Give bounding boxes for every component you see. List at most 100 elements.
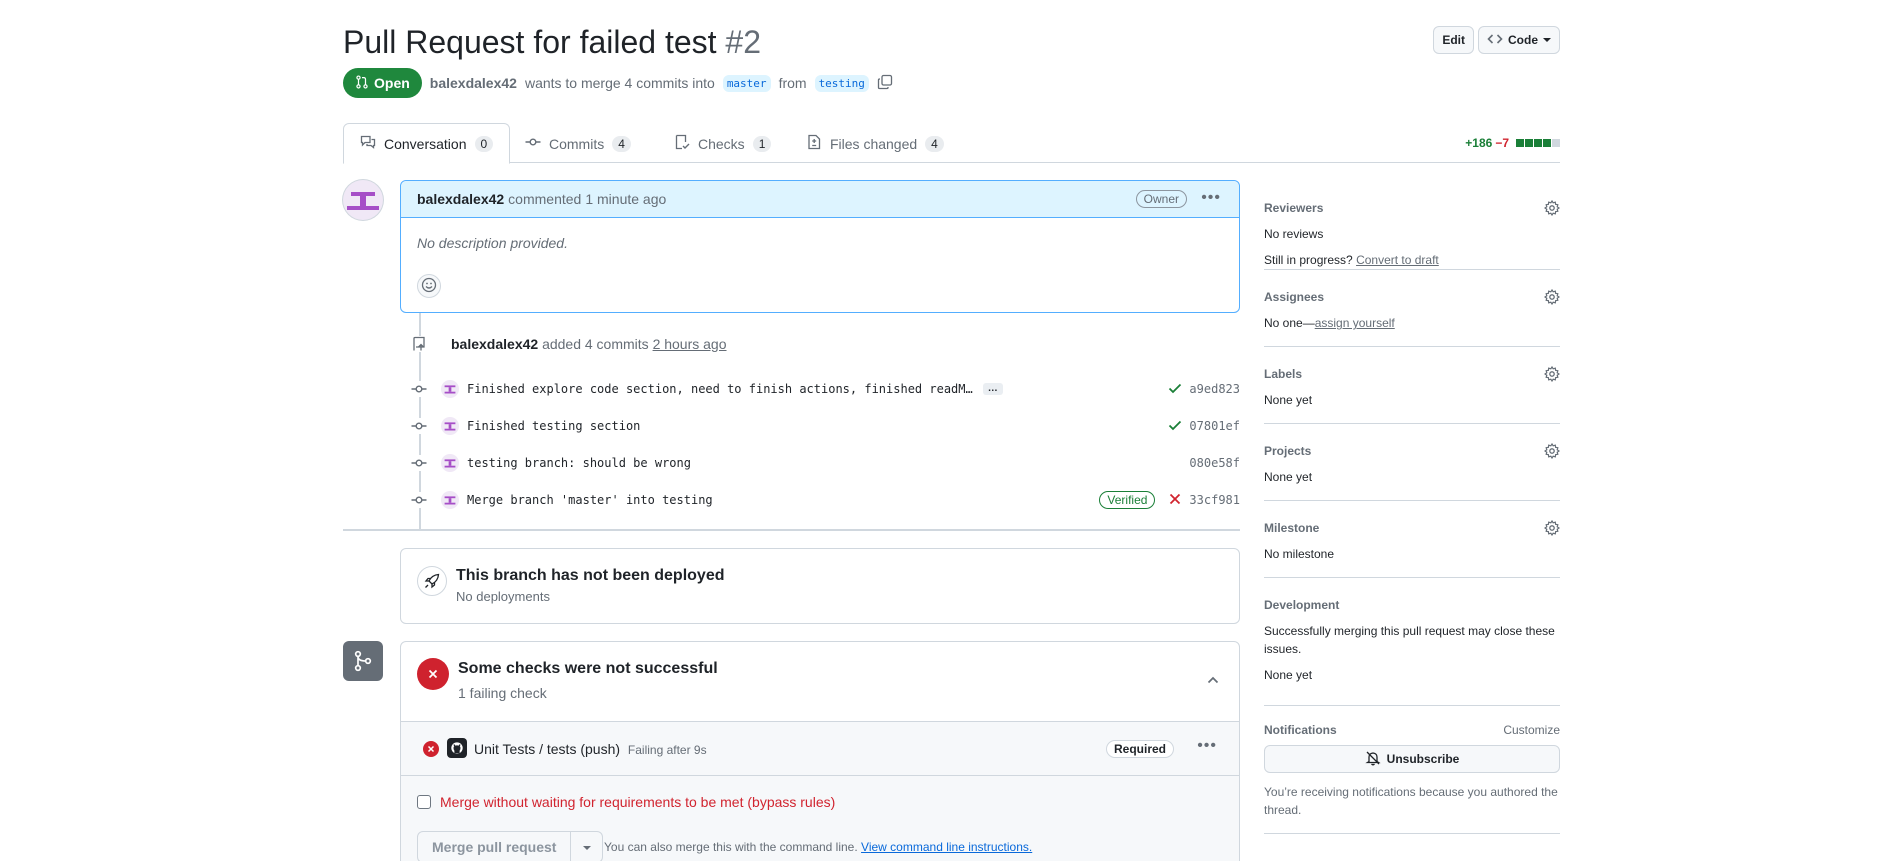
commit-meta: Verified 33cf981 bbox=[1099, 488, 1240, 512]
tab-files-changed[interactable]: Files changed 4 bbox=[790, 123, 960, 164]
bypass-rules-checkbox[interactable]: Merge without waiting for requirements t… bbox=[417, 794, 835, 810]
avatar[interactable] bbox=[441, 380, 459, 398]
diffstat-additions: +186 bbox=[1465, 136, 1493, 150]
sidebar-labels: Labels None yet bbox=[1264, 347, 1561, 424]
check-run-name[interactable]: Unit Tests / tests (push) Failing after … bbox=[474, 741, 707, 757]
sidebar-projects: Projects None yet bbox=[1264, 424, 1561, 501]
commit-message[interactable]: Merge branch 'master' into testing bbox=[467, 493, 713, 507]
diffstat: +186 −7 bbox=[1465, 136, 1560, 150]
merge-button-group: Merge pull request bbox=[417, 831, 604, 861]
sidebar-heading[interactable]: Labels bbox=[1264, 365, 1560, 383]
labels-value: None yet bbox=[1264, 393, 1313, 407]
convert-to-draft-link[interactable]: Convert to draft bbox=[1356, 253, 1439, 267]
event-author[interactable]: balexdalex42 bbox=[451, 336, 538, 352]
checkbox[interactable] bbox=[417, 795, 431, 809]
merge-pull-request-button[interactable]: Merge pull request bbox=[417, 831, 572, 861]
git-commit-icon bbox=[407, 418, 431, 434]
command-line-instructions-link[interactable]: View command line instructions. bbox=[861, 840, 1032, 854]
git-commit-icon bbox=[407, 455, 431, 471]
code-button-label: Code bbox=[1508, 33, 1538, 47]
check-icon[interactable] bbox=[1167, 380, 1183, 399]
tab-conversation[interactable]: Conversation 0 bbox=[343, 123, 511, 164]
assign-yourself-link[interactable]: assign yourself bbox=[1315, 316, 1395, 330]
merge-box: Some checks were not successful 1 failin… bbox=[400, 641, 1240, 861]
sidebar-heading[interactable]: Milestone bbox=[1264, 519, 1560, 537]
diffstat-block-added bbox=[1516, 139, 1524, 147]
pr-sidebar: Reviewers No reviews Still in progress? … bbox=[1264, 182, 1561, 834]
edit-button[interactable]: Edit bbox=[1433, 26, 1474, 54]
tab-counter: 4 bbox=[612, 135, 631, 152]
checks-summary: Some checks were not successful 1 failin… bbox=[401, 642, 1239, 722]
owner-badge: Owner bbox=[1135, 190, 1187, 208]
bell-slash-icon bbox=[1365, 750, 1381, 769]
git-commit-icon bbox=[407, 381, 431, 397]
commit-sha[interactable]: 080e58f bbox=[1189, 456, 1240, 470]
sidebar-heading[interactable]: Assignees bbox=[1264, 288, 1560, 306]
add-reaction-button[interactable] bbox=[417, 274, 441, 298]
bypass-rules-label: Merge without waiting for requirements t… bbox=[440, 794, 836, 810]
head-branch[interactable]: testing bbox=[814, 74, 869, 92]
deployments-box: This branch has not been deployed No dep… bbox=[400, 548, 1240, 624]
diffstat-deletions: −7 bbox=[1495, 136, 1509, 150]
commit-sha[interactable]: 07801ef bbox=[1189, 419, 1240, 433]
commit-message[interactable]: testing branch: should be wrong bbox=[467, 456, 691, 470]
rocket-icon bbox=[417, 566, 447, 596]
merge-method-dropdown[interactable] bbox=[571, 831, 604, 861]
projects-value: None yet bbox=[1264, 470, 1313, 484]
commit-sha[interactable]: 33cf981 bbox=[1189, 493, 1240, 507]
gear-icon[interactable] bbox=[1543, 519, 1561, 537]
file-diff-icon bbox=[806, 134, 822, 153]
sidebar-assignees: Assignees No one—assign yourself bbox=[1264, 270, 1561, 347]
draft-prompt: Still in progress? Convert to draft bbox=[1264, 251, 1560, 269]
event-text: added 4 commits bbox=[542, 336, 649, 352]
sidebar-heading[interactable]: Projects bbox=[1264, 442, 1560, 460]
avatar[interactable] bbox=[343, 180, 383, 220]
tab-counter: 0 bbox=[474, 135, 494, 152]
code-button[interactable]: Code bbox=[1478, 26, 1560, 54]
verified-badge[interactable]: Verified bbox=[1099, 491, 1156, 509]
header-actions: Edit Code bbox=[1433, 26, 1560, 54]
repo-push-icon bbox=[407, 336, 431, 352]
gear-icon[interactable] bbox=[1543, 288, 1561, 306]
assignees-none: No one— bbox=[1264, 316, 1315, 330]
event-time[interactable]: 2 hours ago bbox=[653, 336, 727, 352]
comment-author[interactable]: balexdalex42 bbox=[417, 191, 504, 207]
expand-commit-button[interactable]: … bbox=[982, 383, 1003, 395]
tab-commits[interactable]: Commits 4 bbox=[509, 123, 647, 164]
commit-meta: 07801ef bbox=[1167, 414, 1240, 438]
kebab-horizontal-icon[interactable]: ••• bbox=[1201, 189, 1221, 207]
github-logo-icon bbox=[447, 738, 467, 758]
tab-counter: 1 bbox=[752, 135, 772, 152]
comment-time[interactable]: 1 minute ago bbox=[585, 191, 666, 207]
copy-icon[interactable] bbox=[877, 74, 893, 93]
state-badge: Open bbox=[343, 68, 422, 98]
sidebar-notifications: Notifications Customize Unsubscribe You’… bbox=[1264, 706, 1560, 834]
check-icon[interactable] bbox=[1167, 417, 1183, 436]
smiley-icon bbox=[421, 277, 437, 296]
checklist-icon bbox=[674, 134, 690, 153]
sidebar-heading[interactable]: Reviewers bbox=[1264, 199, 1560, 217]
customize-link[interactable]: Customize bbox=[1503, 721, 1560, 739]
x-icon[interactable] bbox=[1167, 491, 1183, 510]
gear-icon[interactable] bbox=[1543, 365, 1561, 383]
kebab-horizontal-icon[interactable]: ••• bbox=[1197, 737, 1217, 755]
tab-checks[interactable]: Checks 1 bbox=[658, 123, 787, 164]
tab-counter: 4 bbox=[925, 135, 944, 152]
commit-message[interactable]: Finished testing section bbox=[467, 419, 640, 433]
base-branch[interactable]: master bbox=[722, 74, 771, 92]
sidebar-milestone: Milestone No milestone bbox=[1264, 501, 1561, 578]
state-label: Open bbox=[374, 75, 410, 91]
development-value: None yet bbox=[1264, 668, 1313, 682]
chevron-up-icon[interactable] bbox=[1205, 672, 1221, 691]
git-commit-icon bbox=[525, 134, 541, 153]
avatar[interactable] bbox=[441, 491, 459, 509]
gear-icon[interactable] bbox=[1543, 442, 1561, 460]
unsubscribe-button[interactable]: Unsubscribe bbox=[1264, 745, 1560, 773]
comment-discussion-icon bbox=[360, 134, 376, 153]
avatar[interactable] bbox=[441, 417, 459, 435]
commit-sha[interactable]: a9ed823 bbox=[1189, 382, 1240, 396]
pr-author-link[interactable]: balexdalex42 bbox=[430, 75, 517, 91]
commit-message[interactable]: Finished explore code section, need to f… bbox=[467, 382, 973, 396]
avatar[interactable] bbox=[441, 454, 459, 472]
gear-icon[interactable] bbox=[1543, 199, 1561, 217]
